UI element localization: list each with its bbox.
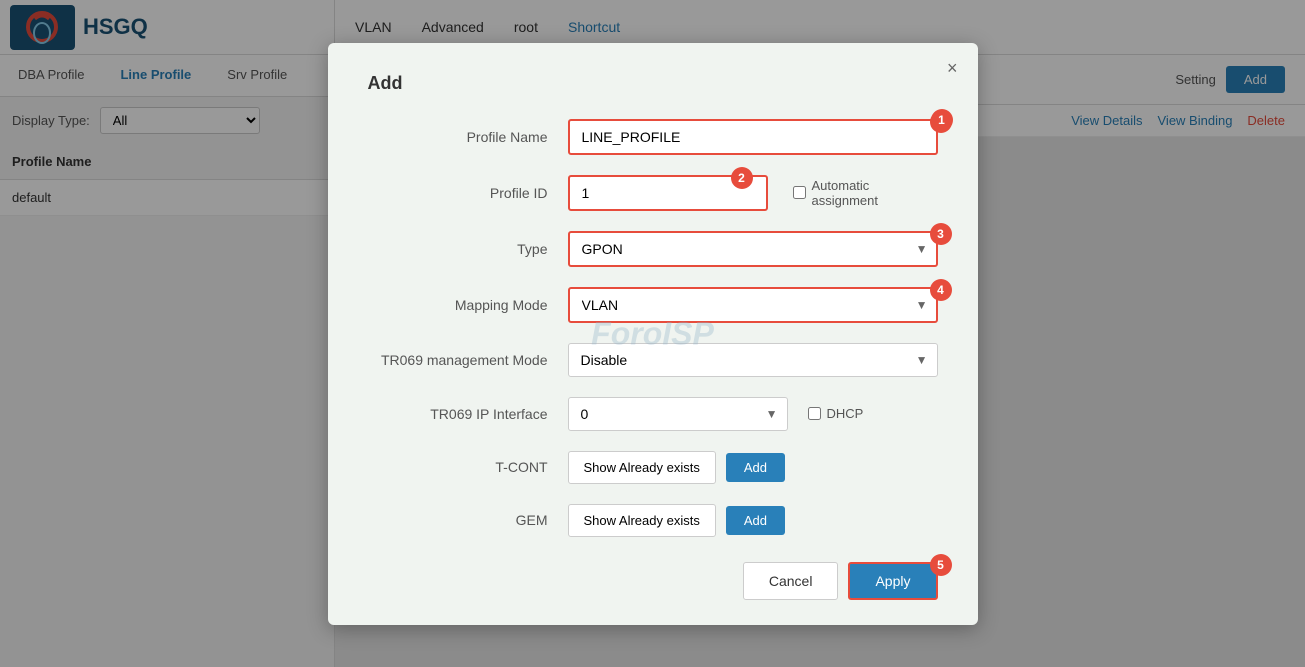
dhcp-checkbox[interactable] (808, 407, 821, 420)
tr069-mode-label: TR069 management Mode (368, 352, 568, 368)
tcont-add-button[interactable]: Add (726, 453, 785, 482)
mapping-mode-select-wrapper: VLAN GEM Port ▼ (568, 287, 938, 323)
gem-row: GEM Show Already exists Add (368, 504, 938, 537)
mapping-mode-select[interactable]: VLAN GEM Port (568, 287, 938, 323)
badge-1: 1 (931, 109, 953, 131)
add-modal: Add × 1 Profile Name 1 Profile ID Automa… (328, 43, 978, 625)
tr069-mode-select-wrapper: Disable Enable ▼ (568, 343, 938, 377)
dhcp-group: DHCP (808, 406, 864, 421)
modal-footer: Cancel Apply 5 (368, 562, 938, 600)
tcont-label: T-CONT (368, 459, 568, 475)
profile-id-group: Automatic assignment (568, 175, 938, 211)
mapping-mode-row: Mapping Mode VLAN GEM Port ▼ 4 (368, 287, 938, 323)
badge-5: 5 (930, 554, 952, 576)
modal-close-button[interactable]: × (947, 58, 958, 79)
tr069-ip-select[interactable]: 0 (568, 397, 788, 431)
badge-2: 2 (731, 167, 753, 189)
profile-id-row: Profile ID Automatic assignment 2 (368, 175, 938, 211)
modal-title: Add (368, 73, 938, 94)
type-row: Type GPON EPON XG-PON ▼ 3 (368, 231, 938, 267)
profile-name-label: Profile Name (368, 129, 568, 145)
badge-3: 3 (930, 223, 952, 245)
tr069-ip-label: TR069 IP Interface (368, 406, 568, 422)
apply-button[interactable]: Apply (848, 562, 937, 600)
tcont-show-exists-button[interactable]: Show Already exists (568, 451, 716, 484)
type-select[interactable]: GPON EPON XG-PON (568, 231, 938, 267)
mapping-mode-label: Mapping Mode (368, 297, 568, 313)
tr069-mode-row: TR069 management Mode Disable Enable ▼ (368, 343, 938, 377)
tr069-ip-select-wrapper: 0 ▼ (568, 397, 788, 431)
type-select-wrapper: GPON EPON XG-PON ▼ (568, 231, 938, 267)
tcont-row: T-CONT Show Already exists Add (368, 451, 938, 484)
tr069-ip-row: TR069 IP Interface 0 ▼ DHCP (368, 397, 938, 431)
profile-id-label: Profile ID (368, 185, 568, 201)
automatic-assignment-checkbox[interactable] (793, 186, 806, 199)
type-label: Type (368, 241, 568, 257)
gem-group: Show Already exists Add (568, 504, 938, 537)
profile-name-row: Profile Name 1 (368, 119, 938, 155)
gem-show-exists-button[interactable]: Show Already exists (568, 504, 716, 537)
gem-label: GEM (368, 512, 568, 528)
badge-4: 4 (930, 279, 952, 301)
tcont-group: Show Already exists Add (568, 451, 938, 484)
automatic-assignment-group: Automatic assignment (793, 178, 938, 208)
cancel-button[interactable]: Cancel (743, 562, 839, 600)
automatic-assignment-label: Automatic assignment (812, 178, 938, 208)
profile-name-input[interactable] (568, 119, 938, 155)
tr069-mode-select[interactable]: Disable Enable (568, 343, 938, 377)
dhcp-label: DHCP (827, 406, 864, 421)
gem-add-button[interactable]: Add (726, 506, 785, 535)
